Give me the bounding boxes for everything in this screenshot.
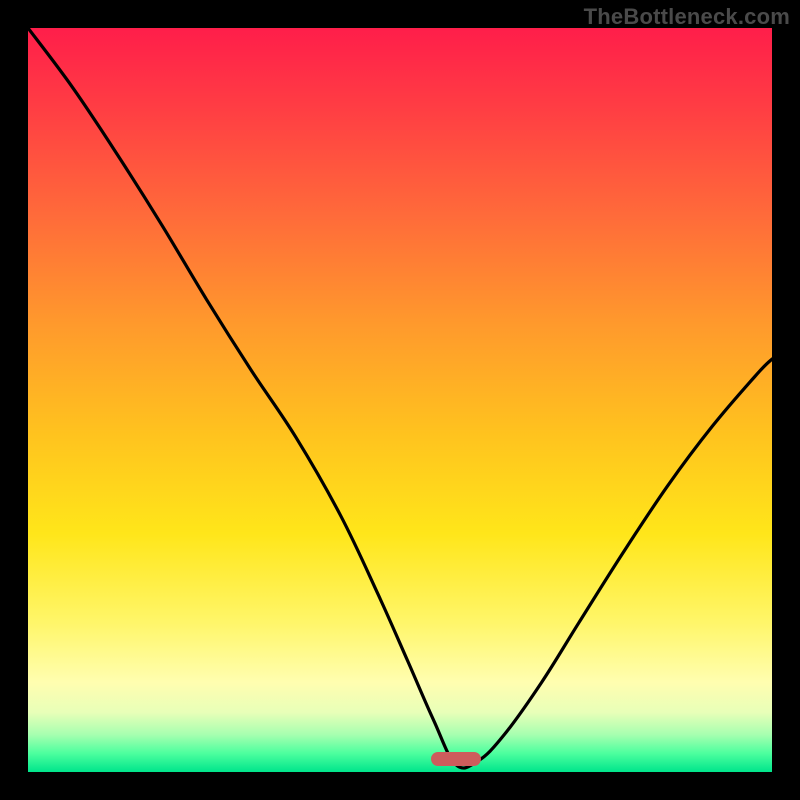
- optimal-marker-pill: [431, 752, 481, 766]
- plot-area: [28, 28, 772, 772]
- chart-frame: TheBottleneck.com: [0, 0, 800, 800]
- bottleneck-curve: [28, 28, 772, 772]
- watermark-text: TheBottleneck.com: [584, 4, 790, 30]
